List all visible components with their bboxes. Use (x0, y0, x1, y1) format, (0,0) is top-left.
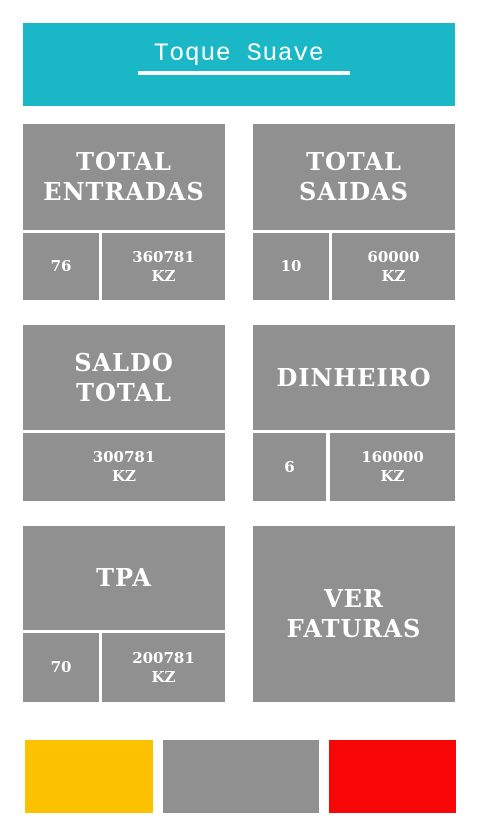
total-entradas-count: 76 (23, 233, 99, 300)
tpa-title: TPA (96, 563, 152, 592)
ver-faturas-button[interactable]: VER FATURAS (253, 526, 455, 702)
total-saidas-title: TOTAL SAIDAS (299, 147, 409, 206)
total-entradas-title: TOTAL ENTRADAS (43, 147, 205, 206)
app-header: Toque Suave (23, 23, 455, 106)
gray-action-button[interactable] (163, 740, 319, 813)
tpa-count: 70 (23, 633, 99, 702)
tpa-card[interactable]: TPA (23, 526, 225, 630)
ver-faturas-label: VER FATURAS (286, 584, 422, 643)
yellow-action-button[interactable] (25, 740, 153, 813)
app-title: Toque Suave (153, 39, 325, 68)
red-action-button[interactable] (329, 740, 456, 813)
saldo-total-title: SALDO TOTAL (74, 347, 174, 407)
dinheiro-count: 6 (253, 433, 326, 501)
title-underline (138, 71, 350, 75)
total-saidas-count: 10 (253, 233, 329, 300)
saldo-total-amount: 300781 KZ (23, 433, 225, 501)
dinheiro-title: DINHEIRO (276, 362, 432, 392)
total-saidas-amount: 60000 KZ (332, 233, 455, 300)
dinheiro-amount: 160000 KZ (330, 433, 455, 501)
dinheiro-card[interactable]: DINHEIRO (253, 325, 455, 430)
total-entradas-amount: 360781 KZ (102, 233, 225, 300)
saldo-total-card[interactable]: SALDO TOTAL (23, 325, 225, 430)
total-saidas-card[interactable]: TOTAL SAIDAS (253, 124, 455, 230)
tpa-amount: 200781 KZ (102, 633, 225, 702)
total-entradas-card[interactable]: TOTAL ENTRADAS (23, 124, 225, 230)
